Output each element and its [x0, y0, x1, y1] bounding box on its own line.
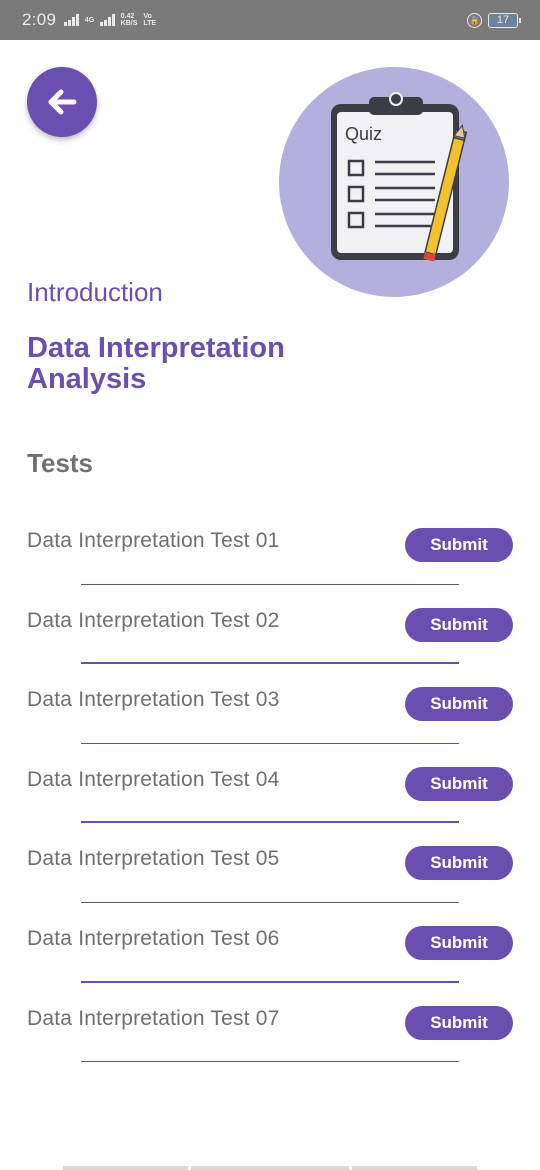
test-list: Data Interpretation Test 01 Submit Data …	[0, 505, 540, 1063]
signal-icon	[64, 14, 79, 26]
bottom-tab-3[interactable]	[352, 1166, 477, 1170]
test-title: Data Interpretation Test 06	[27, 926, 280, 950]
battery-icon: 17	[488, 12, 521, 28]
quiz-label: Quiz	[345, 124, 382, 144]
bottom-tab-1[interactable]	[63, 1166, 188, 1170]
carrier-indicator: Vo LTE	[143, 13, 156, 27]
status-right: 🔒 17	[467, 12, 521, 28]
arrow-left-icon	[48, 89, 77, 115]
test-title: Data Interpretation Test 03	[27, 688, 280, 712]
test-row: Data Interpretation Test 01 Submit	[0, 505, 540, 585]
test-row: Data Interpretation Test 03 Submit	[0, 664, 540, 744]
quiz-clipboard-icon: Quiz	[279, 67, 509, 297]
submit-button[interactable]: Submit	[405, 766, 513, 801]
network-speed-unit: KB/S	[120, 20, 138, 27]
submit-button[interactable]: Submit	[405, 687, 513, 722]
test-row: Data Interpretation Test 02 Submit	[0, 585, 540, 665]
submit-button[interactable]: Submit	[405, 925, 513, 960]
signal-label: 4G	[84, 16, 95, 24]
row-divider	[81, 1061, 459, 1063]
test-title: Data Interpretation Test 04	[27, 767, 280, 791]
test-title: Data Interpretation Test 05	[27, 847, 280, 871]
section-label: Introduction	[27, 277, 163, 307]
submit-button[interactable]: Submit	[405, 1005, 513, 1040]
submit-button[interactable]: Submit	[405, 528, 513, 562]
test-title: Data Interpretation Test 01	[27, 529, 280, 552]
bottom-tab-bar	[63, 1166, 477, 1170]
test-row: Data Interpretation Test 04 Submit	[0, 744, 540, 824]
clipboard-clip-hole	[389, 92, 403, 106]
test-title: Data Interpretation Test 02	[27, 608, 280, 632]
rotation-lock-icon: 🔒	[467, 12, 482, 28]
status-time: 2:09	[22, 10, 57, 29]
back-button[interactable]	[27, 67, 97, 137]
test-row: Data Interpretation Test 05 Submit	[0, 823, 540, 903]
status-icons: 4G 0.42 KB/S Vo LTE	[64, 13, 156, 27]
carrier-bottom: LTE	[143, 20, 157, 27]
status-bar: 2:09 4G 0.42 KB/S Vo LTE 🔒 17	[0, 0, 540, 40]
test-row: Data Interpretation Test 07 Submit	[0, 983, 540, 1063]
network-speed-value: 0.42	[120, 13, 135, 20]
course-title: Data Interpretation Analysis	[27, 332, 285, 395]
test-row: Data Interpretation Test 06 Submit	[0, 903, 540, 983]
signal-icon-2	[100, 14, 115, 26]
submit-button[interactable]: Submit	[405, 607, 513, 642]
bottom-tab-2[interactable]	[191, 1166, 349, 1170]
carrier-top: Vo	[143, 13, 152, 20]
submit-button[interactable]: Submit	[405, 846, 513, 881]
test-title: Data Interpretation Test 07	[27, 1006, 280, 1030]
battery-level: 17	[496, 14, 510, 26]
tests-heading: Tests	[27, 448, 93, 478]
network-speed: 0.42 KB/S	[121, 13, 138, 27]
